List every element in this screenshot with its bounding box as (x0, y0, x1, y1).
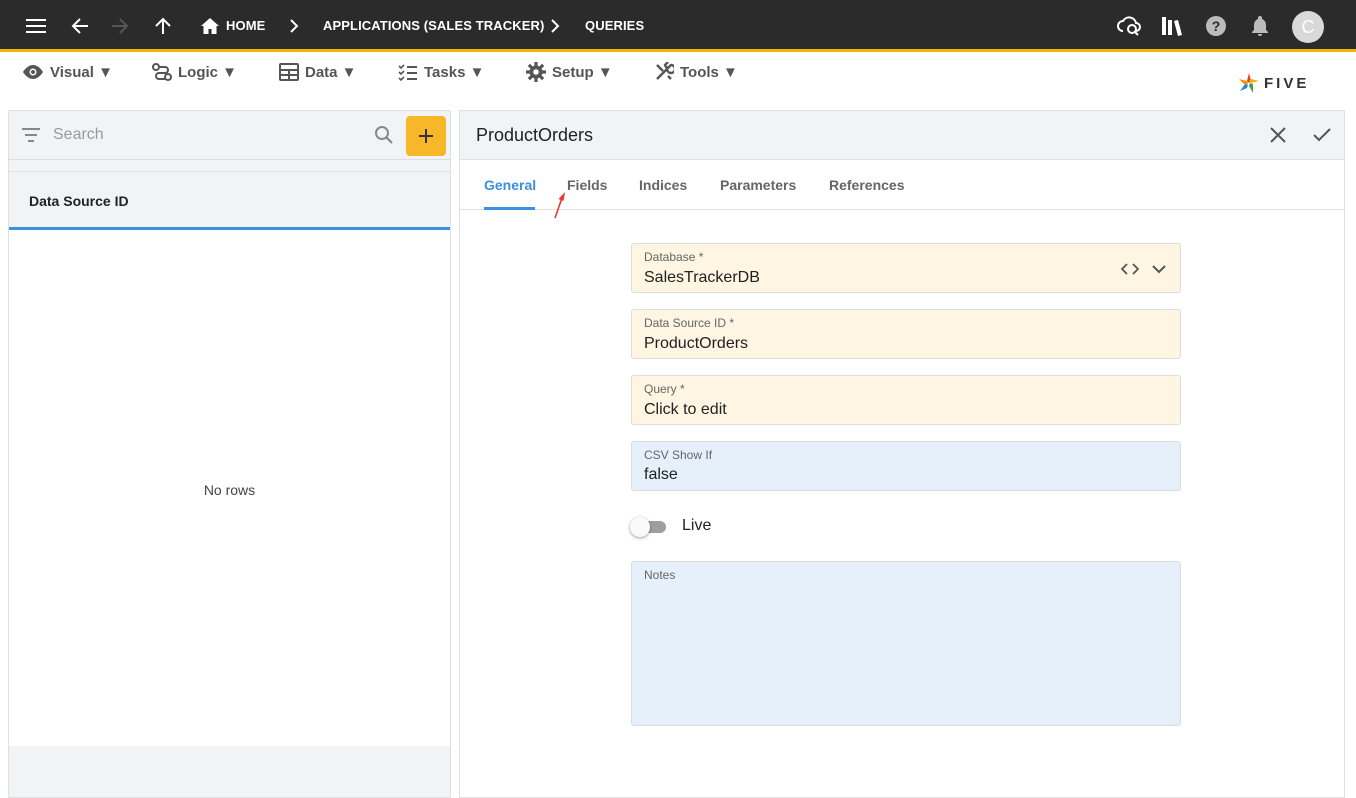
query-field[interactable]: Query * Click to edit (631, 375, 1181, 425)
database-select[interactable]: Database * SalesTrackerDB (631, 243, 1181, 293)
code-icon[interactable] (1121, 260, 1139, 278)
query-value: Click to edit (644, 401, 727, 418)
chevron-down-icon[interactable] (1150, 260, 1168, 278)
form-header: ProductOrders (460, 111, 1344, 160)
logic-icon (152, 63, 172, 81)
database-label: Database * (644, 250, 704, 264)
tab-parameters[interactable]: Parameters (720, 177, 796, 193)
menu-logic-label: Logic ▼ (178, 63, 238, 81)
chevron-right-icon (551, 19, 560, 33)
menu-bar: Visual ▼ Logic ▼ Data ▼ Tasks ▼ Setup ▼ … (0, 55, 1356, 95)
live-toggle[interactable] (630, 516, 670, 538)
list-column-header[interactable]: Data Source ID (9, 172, 450, 230)
close-icon[interactable] (1266, 123, 1290, 147)
search-bar: Search (9, 111, 450, 160)
avatar[interactable]: C (1292, 11, 1324, 43)
active-tab-indicator (484, 207, 535, 210)
search-input[interactable]: Search (53, 126, 104, 144)
menu-visual-label: Visual ▼ (50, 63, 113, 81)
csv-show-if-field[interactable]: CSV Show If false (631, 441, 1181, 491)
pointer-arrow-icon (554, 192, 565, 219)
forward-icon[interactable] (106, 12, 134, 40)
top-bar: HOME APPLICATIONS (SALES TRACKER) QUERIE… (0, 0, 1356, 52)
menu-tools[interactable]: Tools ▼ (654, 61, 738, 83)
csv-show-if-value: false (644, 466, 678, 483)
query-label: Query * (644, 382, 685, 396)
menu-setup[interactable]: Setup ▼ (526, 61, 613, 83)
menu-data-label: Data ▼ (305, 63, 357, 81)
bell-icon[interactable] (1246, 12, 1274, 40)
tab-references[interactable]: References (829, 177, 905, 193)
menu-logic[interactable]: Logic ▼ (152, 61, 237, 83)
menu-setup-label: Setup ▼ (552, 63, 613, 81)
breadcrumb-applications[interactable]: APPLICATIONS (SALES TRACKER) (323, 18, 544, 33)
csv-show-if-label: CSV Show If (644, 448, 713, 462)
data-source-id-label: Data Source ID * (644, 316, 735, 330)
data-list: Data Source ID No rows (9, 171, 450, 746)
up-icon[interactable] (149, 12, 177, 40)
tools-icon (656, 62, 674, 80)
five-logo: FIVE (1238, 70, 1330, 96)
form-title: ProductOrders (476, 125, 594, 145)
notes-field[interactable]: Notes (631, 561, 1181, 726)
column-header-label: Data Source ID (29, 193, 129, 209)
tab-fields[interactable]: Fields (567, 177, 607, 193)
menu-tasks[interactable]: Tasks ▼ (398, 61, 484, 83)
database-value: SalesTrackerDB (644, 269, 760, 286)
tab-general[interactable]: General (484, 177, 536, 193)
menu-visual[interactable]: Visual ▼ (22, 61, 113, 83)
search-icon[interactable] (374, 125, 394, 145)
chevron-right-icon (290, 19, 299, 33)
empty-state-text: No rows (203, 482, 256, 498)
check-icon[interactable] (1310, 123, 1334, 147)
breadcrumb-queries[interactable]: QUERIES (585, 18, 644, 33)
breadcrumb-home[interactable]: HOME (226, 18, 265, 33)
live-label: Live (682, 517, 712, 534)
tab-indices[interactable]: Indices (639, 177, 687, 193)
gear-icon (526, 62, 546, 82)
form-tabs: General Fields Indices Parameters Refere… (460, 160, 1344, 210)
checklist-icon (398, 64, 417, 81)
table-icon (279, 63, 299, 81)
five-logo-text: FIVE (1264, 74, 1310, 92)
data-source-id-value: ProductOrders (644, 335, 749, 352)
help-icon[interactable]: ? (1202, 12, 1230, 40)
menu-icon[interactable] (22, 12, 50, 40)
data-source-id-field[interactable]: Data Source ID * ProductOrders (631, 309, 1181, 359)
home-icon[interactable] (196, 12, 224, 40)
menu-tasks-label: Tasks ▼ (424, 63, 485, 81)
cloud-sync-icon[interactable] (1115, 12, 1143, 40)
menu-tools-label: Tools ▼ (680, 63, 738, 81)
list-panel: Search Data Source ID No rows (8, 110, 451, 798)
notes-label: Notes (644, 568, 676, 582)
toggle-thumb (630, 517, 650, 537)
back-icon[interactable] (66, 12, 94, 40)
plus-icon (419, 129, 433, 143)
form-panel: ProductOrders General Fields Indices Par… (459, 110, 1345, 798)
svg-text:?: ? (1212, 18, 1221, 34)
add-button[interactable] (406, 116, 446, 156)
five-logo-mark-icon (1239, 73, 1259, 93)
menu-data[interactable]: Data ▼ (279, 61, 357, 83)
library-icon[interactable] (1158, 12, 1186, 40)
eye-icon (23, 65, 43, 79)
filter-icon[interactable] (22, 128, 40, 142)
